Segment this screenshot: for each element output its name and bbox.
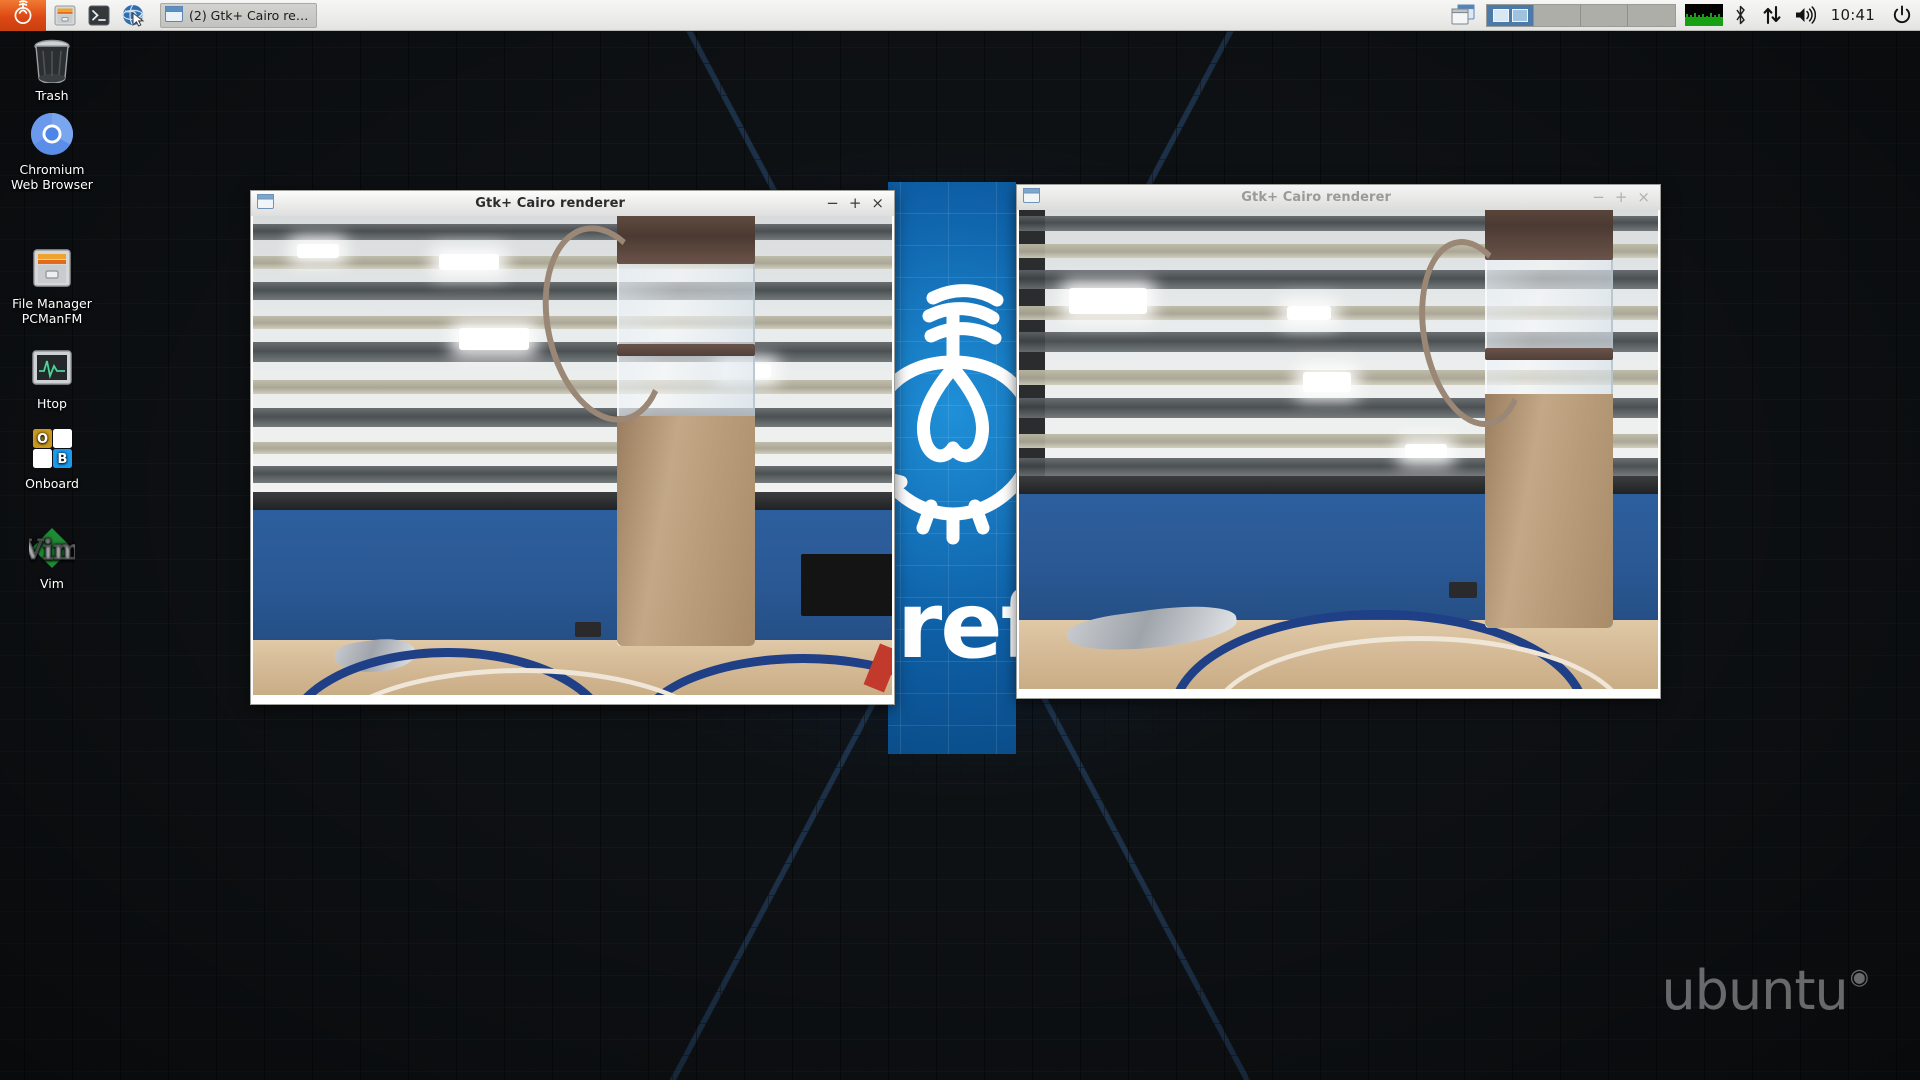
window-icon (165, 5, 183, 25)
file-manager-icon (4, 244, 100, 292)
ubuntu-logo-icon (10, 0, 36, 30)
desktop-icon-onboard[interactable]: O B Onboard (4, 424, 100, 491)
desktop-icon-label-line2: PCManFM (21, 311, 83, 326)
taskbar-button-gtk-cairo-renderer[interactable]: (2) Gtk+ Cairo re… (160, 2, 318, 28)
application-menu-button[interactable] (0, 0, 46, 31)
svg-text:O: O (37, 432, 48, 447)
workspace-1[interactable] (1486, 4, 1534, 26)
vim-icon: Vim (4, 524, 100, 572)
taskbar-launcher-file-manager[interactable] (49, 0, 80, 31)
minimize-button[interactable]: − (1592, 190, 1605, 205)
maximize-button[interactable]: + (1615, 190, 1628, 205)
workspace-4[interactable] (1627, 4, 1675, 26)
webcam-preview-image (253, 216, 892, 695)
desktop-icon-label-line1: Chromium (19, 162, 85, 177)
window-gtk-cairo-renderer-1[interactable]: Gtk+ Cairo renderer − + × (250, 190, 895, 705)
desktop-icon-label: Trash (35, 88, 69, 103)
taskbar-button-label: (2) Gtk+ Cairo re… (189, 7, 309, 23)
desktop-icon-chromium[interactable]: Chromium Web Browser (4, 110, 100, 192)
desktop-icon-label: Onboard (25, 476, 79, 491)
window-titlebar[interactable]: Gtk+ Cairo renderer − + × (1016, 184, 1661, 210)
taskbar-launcher-terminal[interactable] (83, 0, 114, 31)
window-title: Gtk+ Cairo renderer (475, 196, 625, 211)
volume-icon[interactable] (1788, 5, 1822, 25)
show-desktop-icon[interactable] (1446, 4, 1480, 26)
window-icon (257, 194, 274, 213)
trash-icon (4, 36, 100, 84)
cursor-icon (132, 11, 145, 27)
window-content (1016, 210, 1661, 699)
window-content (250, 216, 895, 705)
file-manager-icon (54, 5, 75, 25)
ubuntu-watermark-text: ubuntu (1661, 959, 1848, 1022)
desktop-icon-file-manager[interactable]: File Manager PCManFM (4, 244, 100, 326)
svg-text:B: B (58, 452, 68, 467)
onboard-keyboard-icon: O B (4, 424, 100, 472)
taskbar: (2) Gtk+ Cairo re… 10:41 (0, 0, 1920, 31)
window-gtk-cairo-renderer-2[interactable]: Gtk+ Cairo renderer − + × (1016, 184, 1661, 699)
ubuntu-watermark: ubuntu ◉ (1661, 959, 1869, 1022)
resource-monitor[interactable] (1682, 4, 1726, 26)
window-icon (1023, 188, 1040, 207)
network-transfer-icon[interactable] (1756, 5, 1788, 25)
desktop-icon-label-line2: Web Browser (11, 177, 93, 192)
maximize-button[interactable]: + (849, 196, 862, 211)
workspace-3[interactable] (1580, 4, 1628, 26)
webcam-preview-image (1019, 210, 1658, 689)
close-button[interactable]: × (1637, 190, 1650, 205)
desktop-icon-label: Vim (40, 576, 64, 591)
power-icon[interactable] (1884, 5, 1920, 25)
chromium-icon (4, 110, 100, 158)
desktop-icon-trash[interactable]: Trash (4, 36, 100, 103)
window-title: Gtk+ Cairo renderer (1241, 190, 1391, 205)
svg-text:Vim: Vim (29, 535, 75, 566)
desktop-icon-label: Htop (37, 396, 67, 411)
workspace-2[interactable] (1533, 4, 1581, 26)
circle-of-friends-icon: ◉ (1849, 965, 1869, 990)
workspace-switcher[interactable] (1485, 3, 1676, 27)
window-task-list: (2) Gtk+ Cairo re… (160, 2, 318, 28)
system-tray: 10:41 (1446, 0, 1920, 31)
terminal-icon (88, 5, 109, 25)
close-button[interactable]: × (871, 196, 884, 211)
clock[interactable]: 10:41 (1822, 6, 1884, 24)
taskbar-launcher-web-browser[interactable] (117, 0, 148, 31)
desktop-icon-label-line1: File Manager (12, 296, 92, 311)
minimize-button[interactable]: − (826, 196, 839, 211)
bluetooth-icon[interactable] (1726, 5, 1756, 25)
htop-icon (4, 344, 100, 392)
desktop-icon-htop[interactable]: Htop (4, 344, 100, 411)
window-titlebar[interactable]: Gtk+ Cairo renderer − + × (250, 190, 895, 216)
desktop-icon-vim[interactable]: Vim Vim (4, 524, 100, 591)
